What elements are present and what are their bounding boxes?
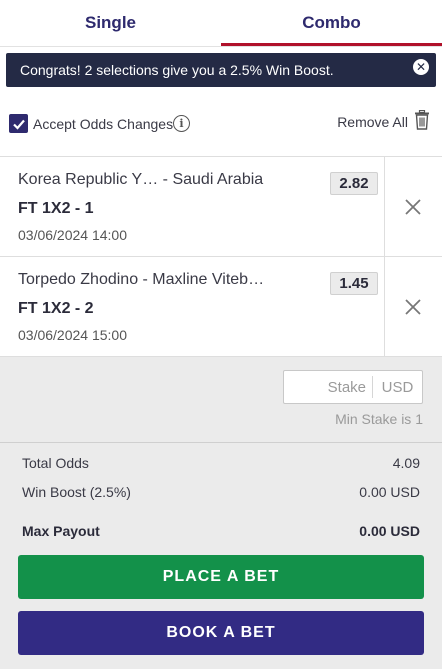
max-payout-value: 0.00 USD <box>359 523 420 539</box>
selection-datetime: 03/06/2024 14:00 <box>18 227 127 243</box>
tabs-divider <box>0 46 442 47</box>
win-boost-banner: Congrats! 2 selections give you a 2.5% W… <box>6 53 436 87</box>
remove-all-button[interactable]: Remove All <box>337 114 408 130</box>
betslip-options: Accept Odds Changes i Remove All <box>0 96 442 156</box>
selection-odds: 1.45 <box>330 272 378 295</box>
max-payout-row: Max Payout 0.00 USD <box>22 523 420 539</box>
place-bet-button[interactable]: PLACE A BET <box>18 555 424 599</box>
win-boost-row: Win Boost (2.5%) 0.00 USD <box>22 484 420 500</box>
accept-odds-checkbox[interactable] <box>9 114 28 133</box>
selection-market: FT 1X2 - 2 <box>18 300 94 317</box>
close-icon[interactable] <box>403 297 423 317</box>
selection-divider <box>384 257 385 356</box>
info-icon[interactable]: i <box>173 115 190 132</box>
selection-item: Korea Republic Y… - Saudi Arabia FT 1X2 … <box>0 157 442 257</box>
checkmark-icon <box>12 119 25 130</box>
accept-odds-label: Accept Odds Changes <box>33 116 174 132</box>
win-boost-label: Win Boost (2.5%) <box>22 484 131 500</box>
tab-single[interactable]: Single <box>0 0 221 46</box>
stake-input[interactable] <box>284 371 372 403</box>
book-bet-button[interactable]: BOOK A BET <box>18 611 424 655</box>
total-odds-row: Total Odds 4.09 <box>22 455 420 471</box>
selection-list: Korea Republic Y… - Saudi Arabia FT 1X2 … <box>0 156 442 357</box>
betslip-tabs: Single Combo <box>0 0 442 46</box>
win-boost-banner-text: Congrats! 2 selections give you a 2.5% W… <box>20 62 334 78</box>
selection-divider <box>384 157 385 256</box>
total-odds-label: Total Odds <box>22 455 89 471</box>
stake-field: USD <box>283 370 423 404</box>
stake-currency: USD <box>381 378 414 396</box>
selection-market: FT 1X2 - 1 <box>18 200 94 217</box>
trash-icon[interactable] <box>414 110 430 130</box>
stake-area: USD Min Stake is 1 <box>0 357 442 443</box>
total-odds-value: 4.09 <box>392 455 420 471</box>
win-boost-value: 0.00 USD <box>359 484 420 500</box>
max-payout-label: Max Payout <box>22 523 100 539</box>
selection-teams: Korea Republic Y… - Saudi Arabia <box>18 171 264 188</box>
selection-datetime: 03/06/2024 15:00 <box>18 327 127 343</box>
close-circle-icon[interactable]: ✕ <box>413 59 429 75</box>
tab-combo[interactable]: Combo <box>221 0 442 46</box>
close-icon[interactable] <box>403 197 423 217</box>
selection-teams: Torpedo Zhodino - Maxline Viteb… <box>18 271 265 288</box>
min-stake-note: Min Stake is 1 <box>335 411 423 427</box>
selection-odds: 2.82 <box>330 172 378 195</box>
selection-item: Torpedo Zhodino - Maxline Viteb… FT 1X2 … <box>0 257 442 357</box>
